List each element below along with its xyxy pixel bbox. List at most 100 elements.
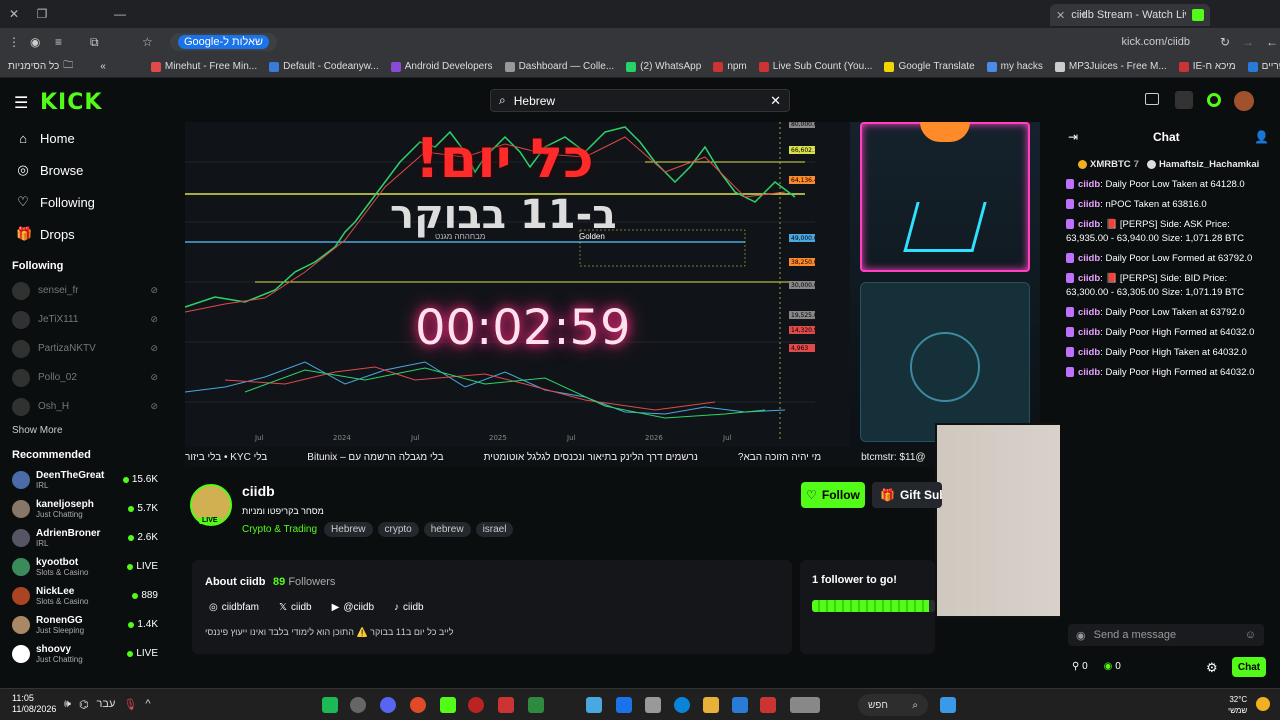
- bookmark-item[interactable]: Minehut - Free Min...: [150, 61, 257, 72]
- back-icon[interactable]: ←: [1266, 35, 1278, 49]
- sidebar-item-drops[interactable]: 🎁 Drops: [0, 218, 170, 250]
- recommended-item[interactable]: DeenTheGreat IRL 15.6K: [0, 465, 170, 494]
- social-link[interactable]: ♪ ciidb: [394, 602, 424, 613]
- app-icon-7[interactable]: [498, 697, 514, 713]
- settings-gear-icon[interactable]: ⚙: [1206, 660, 1218, 676]
- discord-icon[interactable]: [380, 697, 396, 713]
- kick-logo[interactable]: KICK: [40, 90, 102, 115]
- tag-israel[interactable]: israel: [475, 522, 514, 537]
- recommended-item[interactable]: kaneljoseph Just Chatting 5.7K: [0, 494, 170, 523]
- social-link[interactable]: 𝕏ciidb: [279, 602, 312, 613]
- following-item[interactable]: JeTiX111 ⊘: [0, 305, 170, 334]
- menu-dots-icon[interactable]: ⋮: [0, 35, 28, 49]
- excel-icon[interactable]: [528, 697, 544, 713]
- chat-username[interactable]: ciidb: [1078, 253, 1100, 264]
- chat-username[interactable]: ciidb: [1078, 219, 1100, 230]
- chat-username[interactable]: ciidb: [1078, 367, 1100, 378]
- bookmark-item[interactable]: MP3Juices - Free M...: [1054, 61, 1167, 72]
- bookmark-item[interactable]: my hacks: [986, 61, 1043, 72]
- search-bar[interactable]: ⌕ ✕: [490, 89, 790, 112]
- clock-date[interactable]: 11/08/2026: [12, 704, 56, 715]
- tray-chevron-icon[interactable]: ^: [145, 698, 150, 711]
- sidebar-item-browse[interactable]: ◎ Browse: [0, 154, 170, 186]
- sidebar-item-following[interactable]: ♡ Following: [0, 186, 170, 218]
- video-player[interactable]: Jul 2024 Jul 2025 Jul 2026 Jul 80,000.0 66,602.…: [185, 122, 1040, 467]
- chat-username[interactable]: ciidb: [1078, 179, 1100, 190]
- search-input[interactable]: [513, 93, 763, 108]
- chat-username[interactable]: ciidb: [1078, 307, 1100, 318]
- following-item[interactable]: sensei_fr ⊘: [0, 276, 170, 305]
- bookmark-item[interactable]: ספריים: [1247, 61, 1280, 72]
- kick-app-icon[interactable]: [1207, 93, 1221, 107]
- bookmark-item[interactable]: Default - Codeanyw...: [269, 61, 379, 72]
- recommended-item[interactable]: shoovy Just Chatting LIVE: [0, 639, 170, 668]
- new-tab-icon[interactable]: +: [1070, 0, 1098, 28]
- clear-search-icon[interactable]: ✕: [770, 93, 781, 109]
- edge-icon[interactable]: [674, 697, 690, 713]
- minimize-window-icon[interactable]: —: [106, 0, 134, 28]
- bookmark-item[interactable]: Live Sub Count (You...: [758, 61, 872, 72]
- tag-hebrew[interactable]: Hebrew: [324, 522, 373, 537]
- url-text[interactable]: kick.com/ciidb: [1122, 36, 1190, 48]
- restore-window-icon[interactable]: ❐: [28, 0, 56, 28]
- bookmark-item[interactable]: npm: [713, 61, 747, 72]
- user-avatar[interactable]: [1234, 91, 1254, 111]
- calculator-icon[interactable]: [645, 697, 661, 713]
- pinned-gifter[interactable]: Hamaftsiz_Hachamkai: [1146, 159, 1259, 170]
- recommended-item[interactable]: NickLee Slots & Casino 889: [0, 581, 170, 610]
- app-icon-16[interactable]: [790, 697, 820, 713]
- obs-icon[interactable]: [468, 697, 484, 713]
- volume-icon[interactable]: 🕪: [64, 698, 71, 711]
- channel-name[interactable]: ciidb: [242, 483, 275, 499]
- pinned-gifter[interactable]: XMRBTC 7: [1078, 159, 1139, 170]
- bookmark-item[interactable]: (2) WhatsApp: [626, 61, 701, 72]
- gift-subs-button[interactable]: 🎁Gift Subs: [872, 482, 942, 508]
- reload-icon[interactable]: ↻: [1220, 35, 1230, 49]
- omnibox[interactable]: Google-שאלות ל: [170, 33, 278, 51]
- app-icon-2[interactable]: [350, 697, 366, 713]
- collapse-chat-icon[interactable]: ⇥: [1068, 130, 1078, 144]
- omnibox-chip[interactable]: Google-שאלות ל: [178, 35, 270, 49]
- hamburger-menu-icon[interactable]: ☰: [14, 93, 28, 113]
- recommended-item[interactable]: kyootbot Slots & Casino LIVE: [0, 552, 170, 581]
- chrome-icon[interactable]: [410, 697, 426, 713]
- chat-username[interactable]: ciidb: [1078, 327, 1100, 338]
- layout-icon[interactable]: [1175, 91, 1193, 109]
- chat-send-button[interactable]: Chat: [1232, 657, 1266, 677]
- bookmark-item[interactable]: Android Developers: [390, 61, 493, 72]
- social-link[interactable]: ▶ @ciidb: [332, 602, 374, 613]
- file-explorer-icon[interactable]: [703, 697, 719, 713]
- following-item[interactable]: Osh_H ⊘: [0, 392, 170, 421]
- mic-icon[interactable]: 🎙: [123, 698, 137, 711]
- tab-search-icon[interactable]: ⧉: [90, 35, 99, 50]
- recommended-item[interactable]: RonenGG Just Sleeping 1.4K: [0, 610, 170, 639]
- language-indicator[interactable]: עבר: [97, 698, 116, 711]
- bookmark-item[interactable]: Google Translate: [884, 61, 975, 72]
- emote-left-icon[interactable]: ◉: [1076, 629, 1086, 642]
- chat-username[interactable]: ciidb: [1078, 347, 1100, 358]
- kick-taskbar-icon[interactable]: [440, 697, 456, 713]
- following-item[interactable]: PartizaNKTV ⊘: [0, 334, 170, 363]
- app-icon-15[interactable]: [760, 697, 776, 713]
- tag-hebrew[interactable]: hebrew: [423, 522, 471, 537]
- taskbar-search[interactable]: חפש ⌕: [858, 694, 928, 716]
- clock-time[interactable]: 11:05: [12, 693, 56, 704]
- chat-input-placeholder[interactable]: Send a message: [1094, 629, 1237, 641]
- sidebar-item-home[interactable]: ⌂ Home: [0, 122, 170, 154]
- stat-one[interactable]: ⚲ 0: [1072, 661, 1088, 672]
- weather-widget[interactable]: 32°C שמשי: [1228, 694, 1247, 716]
- theater-mode-icon[interactable]: [1145, 93, 1159, 105]
- tag-crypto[interactable]: crypto: [377, 522, 419, 537]
- social-link[interactable]: ◎ ciidbfam: [209, 602, 259, 613]
- outlook-icon[interactable]: [616, 697, 632, 713]
- chat-input-box[interactable]: ◉ Send a message ☺: [1068, 624, 1264, 646]
- bookmark-star-icon[interactable]: ☆: [142, 35, 153, 49]
- app-icon-1[interactable]: [322, 697, 338, 713]
- app-icon-14[interactable]: [732, 697, 748, 713]
- category-link[interactable]: Crypto & Trading: [242, 524, 317, 535]
- emoji-icon[interactable]: ☺: [1245, 629, 1256, 641]
- chat-username[interactable]: ciidb: [1078, 273, 1100, 284]
- tab-close-icon[interactable]: ✕: [1056, 9, 1065, 22]
- chat-username[interactable]: ciidb: [1078, 199, 1100, 210]
- chat-users-icon[interactable]: 👤: [1254, 130, 1269, 144]
